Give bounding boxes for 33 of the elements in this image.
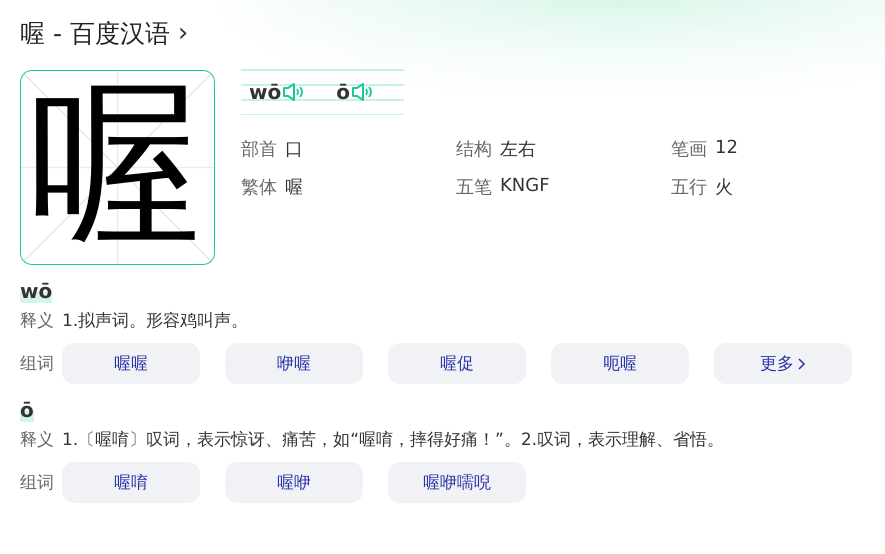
pinyin-text: wō bbox=[249, 80, 282, 104]
word-button[interactable]: 喔咿嚅唲 bbox=[388, 462, 526, 503]
field-label: 部首 bbox=[241, 138, 277, 161]
word-button[interactable]: 呃喔 bbox=[551, 343, 689, 384]
field-value: 12 bbox=[715, 137, 738, 160]
word-button[interactable]: 喔唷 bbox=[62, 462, 200, 503]
field-label: 五行 bbox=[671, 176, 707, 199]
meaning-text: 1.〔喔唷〕叹词，表示惊讶、痛苦，如“喔唷，摔得好痛！”。2.叹词，表示理解、省悟。 bbox=[62, 429, 724, 452]
word-button[interactable]: 喔促 bbox=[388, 343, 526, 384]
field-label: 笔画 bbox=[671, 138, 707, 161]
page-title[interactable]: 喔 - 百度汉语 bbox=[20, 16, 170, 50]
words-label: 组词 bbox=[20, 472, 54, 494]
more-button[interactable]: 更多 bbox=[714, 343, 852, 384]
chevron-icon: › bbox=[178, 18, 188, 48]
field-label: 繁体 bbox=[241, 176, 277, 199]
meaning-label: 释义 bbox=[20, 429, 54, 452]
words-label: 组词 bbox=[20, 353, 54, 375]
field-label: 五笔 bbox=[456, 176, 492, 199]
meaning-text: 1.拟声词。形容鸡叫声。 bbox=[62, 310, 248, 333]
word-button[interactable]: 咿喔 bbox=[225, 343, 363, 384]
speaker-icon[interactable] bbox=[350, 82, 375, 102]
word-button[interactable]: 喔喔 bbox=[62, 343, 200, 384]
field-value: KNGF bbox=[500, 175, 550, 198]
chevron-icon bbox=[798, 358, 806, 370]
field-value: 左右 bbox=[500, 138, 536, 161]
field-value: 喔 bbox=[285, 176, 303, 199]
character-glyph: 喔 bbox=[27, 73, 203, 259]
pinyin-text: ō bbox=[336, 80, 350, 104]
field-value: 火 bbox=[715, 176, 733, 199]
word-button[interactable]: 喔咿 bbox=[225, 462, 363, 503]
field-label: 结构 bbox=[456, 138, 492, 161]
field-value: 口 bbox=[285, 138, 303, 161]
meaning-label: 释义 bbox=[20, 310, 54, 333]
